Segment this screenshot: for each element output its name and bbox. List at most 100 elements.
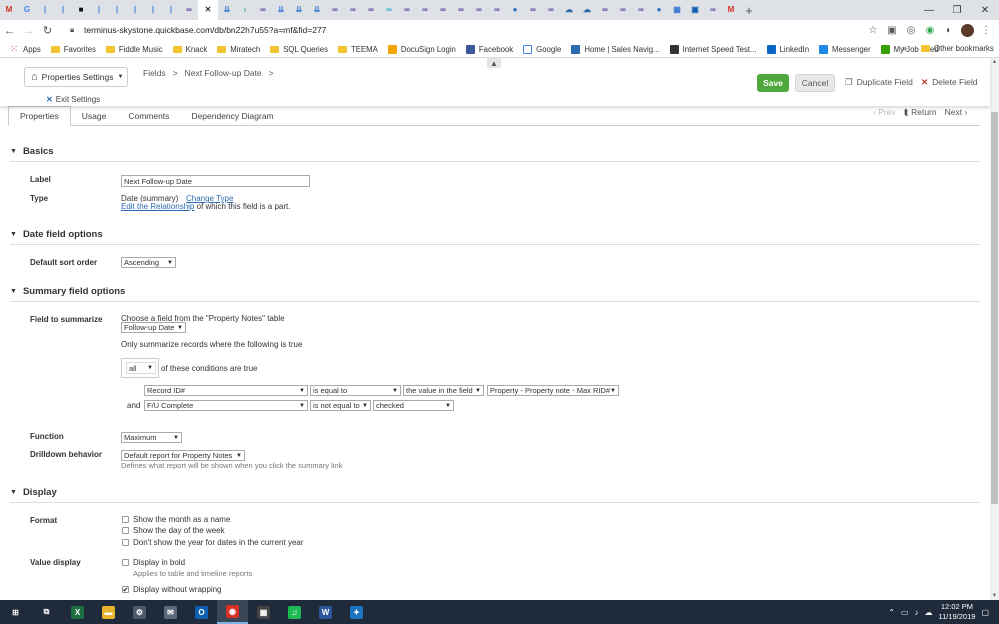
taskbar-app[interactable]: W <box>310 600 341 624</box>
url-field[interactable]: terminus-skystone.quickbase.com/db/bn22h… <box>84 25 326 35</box>
browser-tab[interactable]: ∞ <box>596 0 614 20</box>
bookmarks-overflow-icon[interactable]: » <box>902 43 907 53</box>
bookmark-item[interactable]: Messenger <box>819 44 871 54</box>
browser-tab[interactable]: | <box>126 0 144 20</box>
forward-icon[interactable]: → <box>19 20 38 41</box>
vertical-scrollbar[interactable]: ▲ ▼ <box>990 58 999 600</box>
taskbar-app[interactable]: ◉ <box>217 600 248 624</box>
day-of-week-checkbox[interactable] <box>122 527 129 534</box>
browser-tab[interactable]: ∞ <box>452 0 470 20</box>
exit-settings-link[interactable]: ✕ Exit Settings <box>46 95 100 104</box>
taskbar-app[interactable]: X <box>62 600 93 624</box>
browser-tab[interactable]: ∞ <box>542 0 560 20</box>
bookmark-item[interactable]: Favorites <box>50 45 96 54</box>
condition-mode-select[interactable]: all ▼ <box>126 362 156 374</box>
section-display-header[interactable]: ▼ Display <box>10 487 57 498</box>
condition1-operator-select[interactable]: is equal to ▼ <box>310 385 401 396</box>
browser-tab[interactable]: ▣ <box>686 0 704 20</box>
browser-tab[interactable]: ∞ <box>344 0 362 20</box>
bookmark-item[interactable]: LinkedIn <box>766 44 809 54</box>
bookmark-item[interactable]: Facebook <box>465 44 513 54</box>
taskbar-app[interactable]: ✦ <box>341 600 372 624</box>
label-input[interactable]: Next Follow-up Date <box>121 175 310 187</box>
hide-year-checkbox[interactable] <box>122 539 129 546</box>
bold-checkbox[interactable] <box>122 559 129 566</box>
prev-link[interactable]: ‹ Prev <box>873 107 896 118</box>
breadcrumb-fields[interactable]: Fields <box>143 68 166 78</box>
browser-tab[interactable]: M <box>0 0 18 20</box>
menu-kebab-icon[interactable]: ⋮ <box>979 23 993 37</box>
browser-tab[interactable]: ∞ <box>632 0 650 20</box>
other-bookmarks[interactable]: Other bookmarks <box>921 44 994 53</box>
restore-icon[interactable]: ❐ <box>943 0 971 20</box>
extension-icon[interactable]: ▣ <box>885 23 899 37</box>
tab-properties[interactable]: Properties <box>8 106 71 126</box>
browser-tab[interactable]: ∞ <box>380 0 398 20</box>
bookmark-item[interactable]: DocuSign Login <box>387 44 456 54</box>
scroll-up-icon[interactable]: ▲ <box>990 58 999 66</box>
browser-tab[interactable]: | <box>108 0 126 20</box>
network-icon[interactable]: ▭ <box>901 608 909 617</box>
condition2-operator-select[interactable]: is not equal to ▼ <box>310 400 371 411</box>
section-summary-header[interactable]: ▼ Summary field options <box>10 286 125 297</box>
browser-tab[interactable]: ∞ <box>524 0 542 20</box>
browser-tab[interactable]: ▦ <box>668 0 686 20</box>
section-date-options-header[interactable]: ▼ Date field options <box>10 229 103 240</box>
tray-chevron-icon[interactable]: ⌃ <box>888 608 895 617</box>
browser-tab[interactable]: | <box>54 0 72 20</box>
bookmark-item[interactable]: SQL Queries <box>270 45 328 54</box>
avatar[interactable] <box>961 23 974 37</box>
bookmark-star-icon[interactable]: ☆ <box>866 23 880 37</box>
return-link[interactable]: ⮬ Return <box>904 107 937 118</box>
section-basics-header[interactable]: ▼ Basics <box>10 146 54 157</box>
browser-tab[interactable]: ∞ <box>614 0 632 20</box>
save-button[interactable]: Save <box>757 74 789 92</box>
browser-tab[interactable]: ∞ <box>326 0 344 20</box>
bookmark-item[interactable]: Internet Speed Test... <box>669 44 757 54</box>
sort-order-select[interactable]: Ascending ▼ <box>121 257 176 268</box>
browser-tab[interactable]: ∞ <box>704 0 722 20</box>
browser-tab[interactable]: ∞ <box>470 0 488 20</box>
browser-tab[interactable]: ∞ <box>416 0 434 20</box>
extension-icon[interactable]: ◐ <box>942 23 956 37</box>
browser-tab[interactable]: ● <box>650 0 668 20</box>
browser-tab[interactable]: ∞ <box>488 0 506 20</box>
bookmark-item[interactable]: Knack <box>172 45 207 54</box>
browser-tab[interactable]: | <box>36 0 54 20</box>
taskbar-app[interactable]: ⧉ <box>31 600 62 624</box>
browser-tab[interactable]: ⇊ <box>290 0 308 20</box>
tab-dependency-diagram[interactable]: Dependency Diagram <box>180 106 284 126</box>
browser-tab[interactable]: ∞ <box>434 0 452 20</box>
condition1-mode-select[interactable]: the value in the field ▼ <box>403 385 484 396</box>
browser-tab[interactable]: G <box>18 0 36 20</box>
duplicate-field-button[interactable]: ❐ Duplicate Field <box>845 77 913 88</box>
browser-tab[interactable]: ∞ <box>362 0 380 20</box>
browser-tab[interactable]: ∞ <box>180 0 198 20</box>
browser-tab[interactable]: ∞ <box>398 0 416 20</box>
delete-field-button[interactable]: ✕ Delete Field <box>921 77 977 88</box>
minimize-icon[interactable]: — <box>915 0 943 20</box>
bookmark-item[interactable]: Miratech <box>217 45 260 54</box>
properties-settings-dropdown[interactable]: ⌂ Properties Settings ▼ <box>24 67 128 87</box>
taskbar-app[interactable]: ▬ <box>93 600 124 624</box>
close-window-icon[interactable]: ✕ <box>971 0 999 20</box>
browser-tab[interactable]: ⇊ <box>272 0 290 20</box>
bookmark-item[interactable]: ⁙ Apps <box>10 44 41 54</box>
notifications-icon[interactable]: ▢ <box>981 608 989 617</box>
taskbar-app[interactable]: ⚙ <box>124 600 155 624</box>
condition1-field-select[interactable]: Record ID# ▼ <box>144 385 308 396</box>
nowrap-checkbox[interactable]: ✔ <box>122 586 129 594</box>
reload-icon[interactable]: ↻ <box>38 20 57 41</box>
browser-tab[interactable]: ☁ <box>560 0 578 20</box>
taskbar-app[interactable]: ✉ <box>155 600 186 624</box>
onedrive-icon[interactable]: ☁ <box>924 608 932 617</box>
browser-tab[interactable]: M <box>722 0 740 20</box>
browser-tab[interactable]: | <box>144 0 162 20</box>
function-select[interactable]: Maximum ▼ <box>121 432 182 443</box>
tab-usage[interactable]: Usage <box>71 106 118 126</box>
taskbar-app[interactable]: ▦ <box>248 600 279 624</box>
condition2-value-select[interactable]: checked ▼ <box>373 400 454 411</box>
month-name-checkbox[interactable] <box>122 516 129 523</box>
taskbar-app[interactable]: O <box>186 600 217 624</box>
browser-tab[interactable]: ● <box>506 0 524 20</box>
